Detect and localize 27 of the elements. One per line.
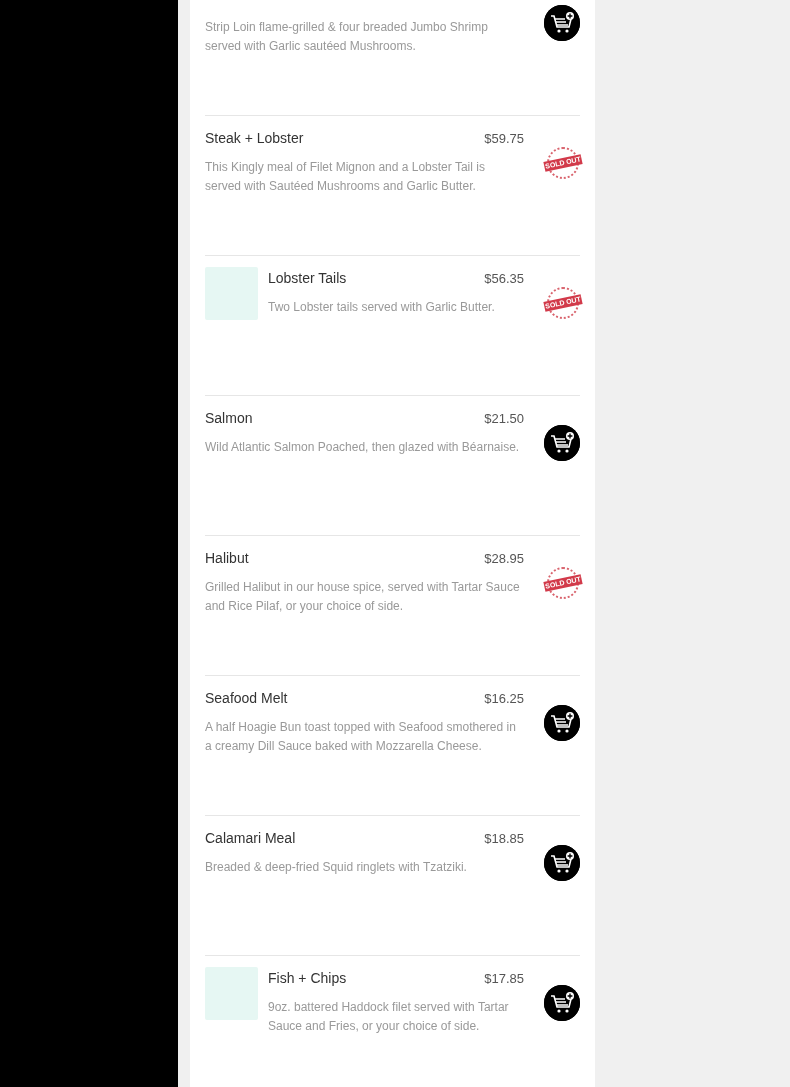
item-description: Grilled Halibut in our house spice, served with Tartar Sauce and Rice Pilaf, or your choice of side. — [205, 579, 521, 615]
item-price: $16.25 — [484, 691, 524, 706]
item-description: 9oz. battered Haddock filet served with Tartar Sauce and Fries, or your choice of side. — [268, 999, 510, 1035]
item-name: Lobster Tails — [268, 270, 347, 286]
item-price: $21.50 — [484, 411, 524, 426]
item-description: Two Lobster tails served with Garlic Butter. — [268, 299, 496, 316]
add-to-cart-button[interactable] — [544, 845, 580, 881]
add-to-cart-button[interactable] — [544, 425, 580, 461]
item-description: A half Hoagie Bun toast topped with Seafood smothered in a creamy Dill Sauce baked with Mozzarella Cheese. — [205, 719, 517, 755]
item-name: Steak + Lobster — [205, 130, 304, 146]
item-price: $17.85 — [484, 971, 524, 986]
item-name: Calamari Meal — [205, 830, 296, 846]
item-description: This Kingly meal of Filet Mignon and a Lobster Tail is served with Sautéed Mushrooms and Garlic Butter. — [205, 159, 486, 195]
item-description: Breaded & deep-fried Squid ringlets with Tzatziki. — [205, 859, 468, 876]
item-price: $56.35 — [484, 271, 524, 286]
item-name: Salmon — [205, 410, 253, 426]
item-description: Wild Atlantic Salmon Poached, then glazed with Béarnaise. — [205, 439, 521, 456]
add-to-cart-button[interactable] — [544, 705, 580, 741]
item-name: Halibut — [205, 550, 249, 566]
add-to-cart-button[interactable] — [544, 5, 580, 41]
item-price: $18.85 — [484, 831, 524, 846]
item-name: Seafood Melt — [205, 690, 288, 706]
item-description: Strip Loin flame-grilled & four breaded Jumbo Shrimp served with Garlic sautéed Mushrooms. — [205, 19, 489, 55]
add-to-cart-button[interactable] — [544, 985, 580, 1021]
item-name: Fish + Chips — [268, 970, 347, 986]
item-price: $28.95 — [484, 551, 524, 566]
item-price: $59.75 — [484, 131, 524, 146]
